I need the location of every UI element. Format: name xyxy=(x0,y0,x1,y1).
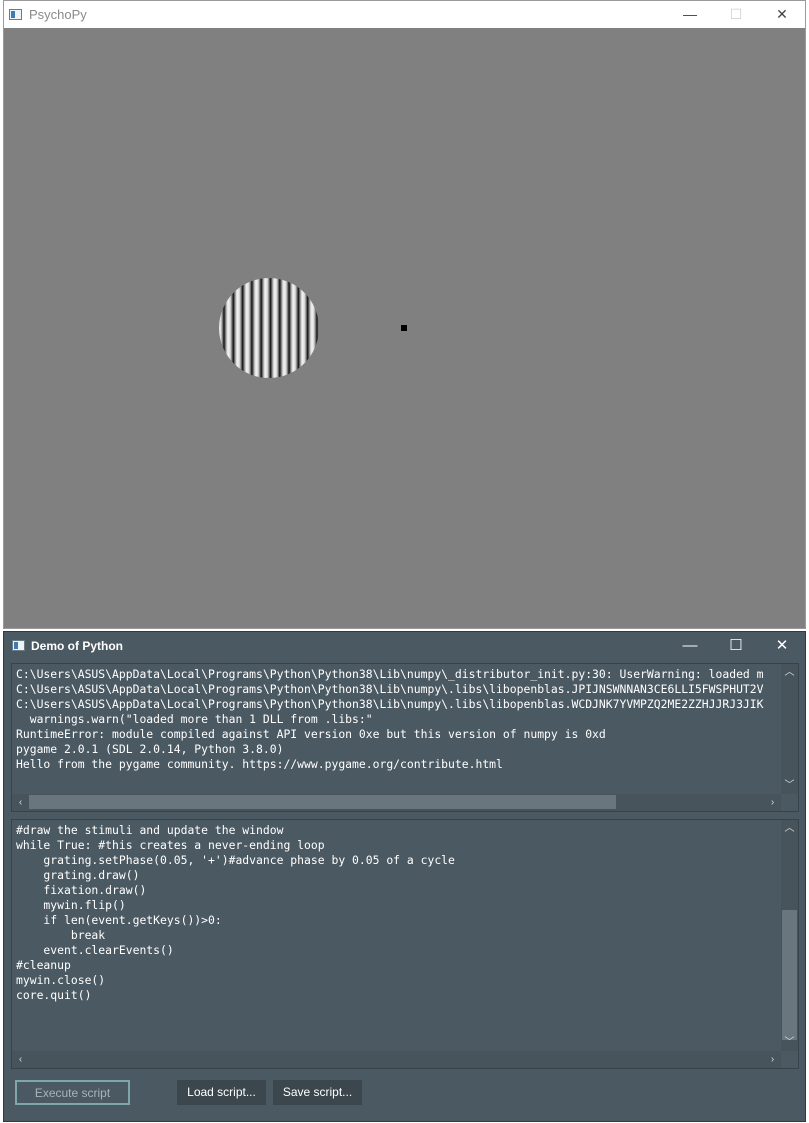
scrollbar-corner xyxy=(781,1051,798,1068)
code-line: grating.draw() xyxy=(16,868,140,882)
scroll-down-icon[interactable]: ﹀ xyxy=(781,1034,798,1051)
scroll-down-icon[interactable]: ﹀ xyxy=(781,777,798,794)
minimize-icon[interactable]: — xyxy=(667,1,713,28)
demo-app-icon xyxy=(12,640,25,651)
demo-of-python-window: Demo of Python — ☐ ✕ C:\Users\ASUS\AppDa… xyxy=(3,631,806,1122)
fixation-point xyxy=(401,325,407,331)
scroll-right-icon[interactable]: › xyxy=(764,794,781,811)
console-line: warnings.warn("loaded more than 1 DLL fr… xyxy=(16,712,373,726)
console-line: C:\Users\ASUS\AppData\Local\Programs\Pyt… xyxy=(16,667,764,681)
console-line: C:\Users\ASUS\AppData\Local\Programs\Pyt… xyxy=(16,697,764,711)
console-line: Hello from the pygame community. https:/… xyxy=(16,757,503,771)
code-line: event.clearEvents() xyxy=(16,943,174,957)
maximize-icon: ☐ xyxy=(729,6,743,22)
script-editor[interactable]: #draw the stimuli and update the window … xyxy=(11,819,799,1069)
maximize-icon[interactable]: ☐ xyxy=(713,632,759,659)
code-line: core.quit() xyxy=(16,988,92,1002)
psychopy-app-icon xyxy=(9,9,22,20)
console-output[interactable]: C:\Users\ASUS\AppData\Local\Programs\Pyt… xyxy=(11,663,799,812)
code-line: break xyxy=(16,928,106,942)
code-line: mywin.close() xyxy=(16,973,106,987)
demo-titlebar[interactable]: Demo of Python — ☐ ✕ xyxy=(4,632,805,659)
execute-script-button[interactable]: Execute script xyxy=(15,1080,130,1105)
editor-horizontal-scrollbar[interactable]: ‹ › xyxy=(12,1051,781,1068)
scrollbar-corner xyxy=(781,794,798,811)
code-line: #draw the stimuli and update the window xyxy=(16,823,284,837)
console-line: pygame 2.0.1 (SDL 2.0.14, Python 3.8.0) xyxy=(16,742,284,756)
psychopy-window: PsychoPy — ☐ ✕ xyxy=(3,0,806,629)
close-icon[interactable]: ✕ xyxy=(759,1,805,28)
editor-vscroll-thumb[interactable] xyxy=(782,910,797,1040)
psychopy-window-title: PsychoPy xyxy=(29,7,87,22)
scroll-up-icon[interactable]: ︿ xyxy=(781,820,798,837)
load-script-button[interactable]: Load script... xyxy=(177,1080,266,1105)
code-line: if len(event.getKeys())>0: xyxy=(16,913,222,927)
scroll-up-icon[interactable]: ︿ xyxy=(781,664,798,681)
console-line: RuntimeError: module compiled against AP… xyxy=(16,727,606,741)
editor-vertical-scrollbar[interactable]: ︿ ﹀ xyxy=(781,820,798,1051)
scroll-left-icon[interactable]: ‹ xyxy=(12,794,29,811)
code-line: #cleanup xyxy=(16,958,71,972)
minimize-icon[interactable]: — xyxy=(667,632,713,659)
demo-window-title: Demo of Python xyxy=(31,639,123,653)
console-line: C:\Users\ASUS\AppData\Local\Programs\Pyt… xyxy=(16,682,764,696)
console-horizontal-scrollbar[interactable]: ‹ › xyxy=(12,794,781,811)
console-vertical-scrollbar[interactable]: ︿ ﹀ xyxy=(781,664,798,794)
console-hscroll-thumb[interactable] xyxy=(29,795,616,809)
code-line: while True: #this creates a never-ending… xyxy=(16,838,325,852)
scroll-left-icon[interactable]: ‹ xyxy=(12,1051,29,1068)
stimulus-canvas[interactable] xyxy=(4,28,805,628)
grating-stimulus xyxy=(219,278,319,378)
save-script-button[interactable]: Save script... xyxy=(273,1080,362,1105)
code-line: mywin.flip() xyxy=(16,898,126,912)
scroll-right-icon[interactable]: › xyxy=(764,1051,781,1068)
psychopy-titlebar[interactable]: PsychoPy — ☐ ✕ xyxy=(4,1,805,28)
code-line: fixation.draw() xyxy=(16,883,147,897)
code-line: grating.setPhase(0.05, '+')#advance phas… xyxy=(16,853,455,867)
close-icon[interactable]: ✕ xyxy=(759,632,805,659)
